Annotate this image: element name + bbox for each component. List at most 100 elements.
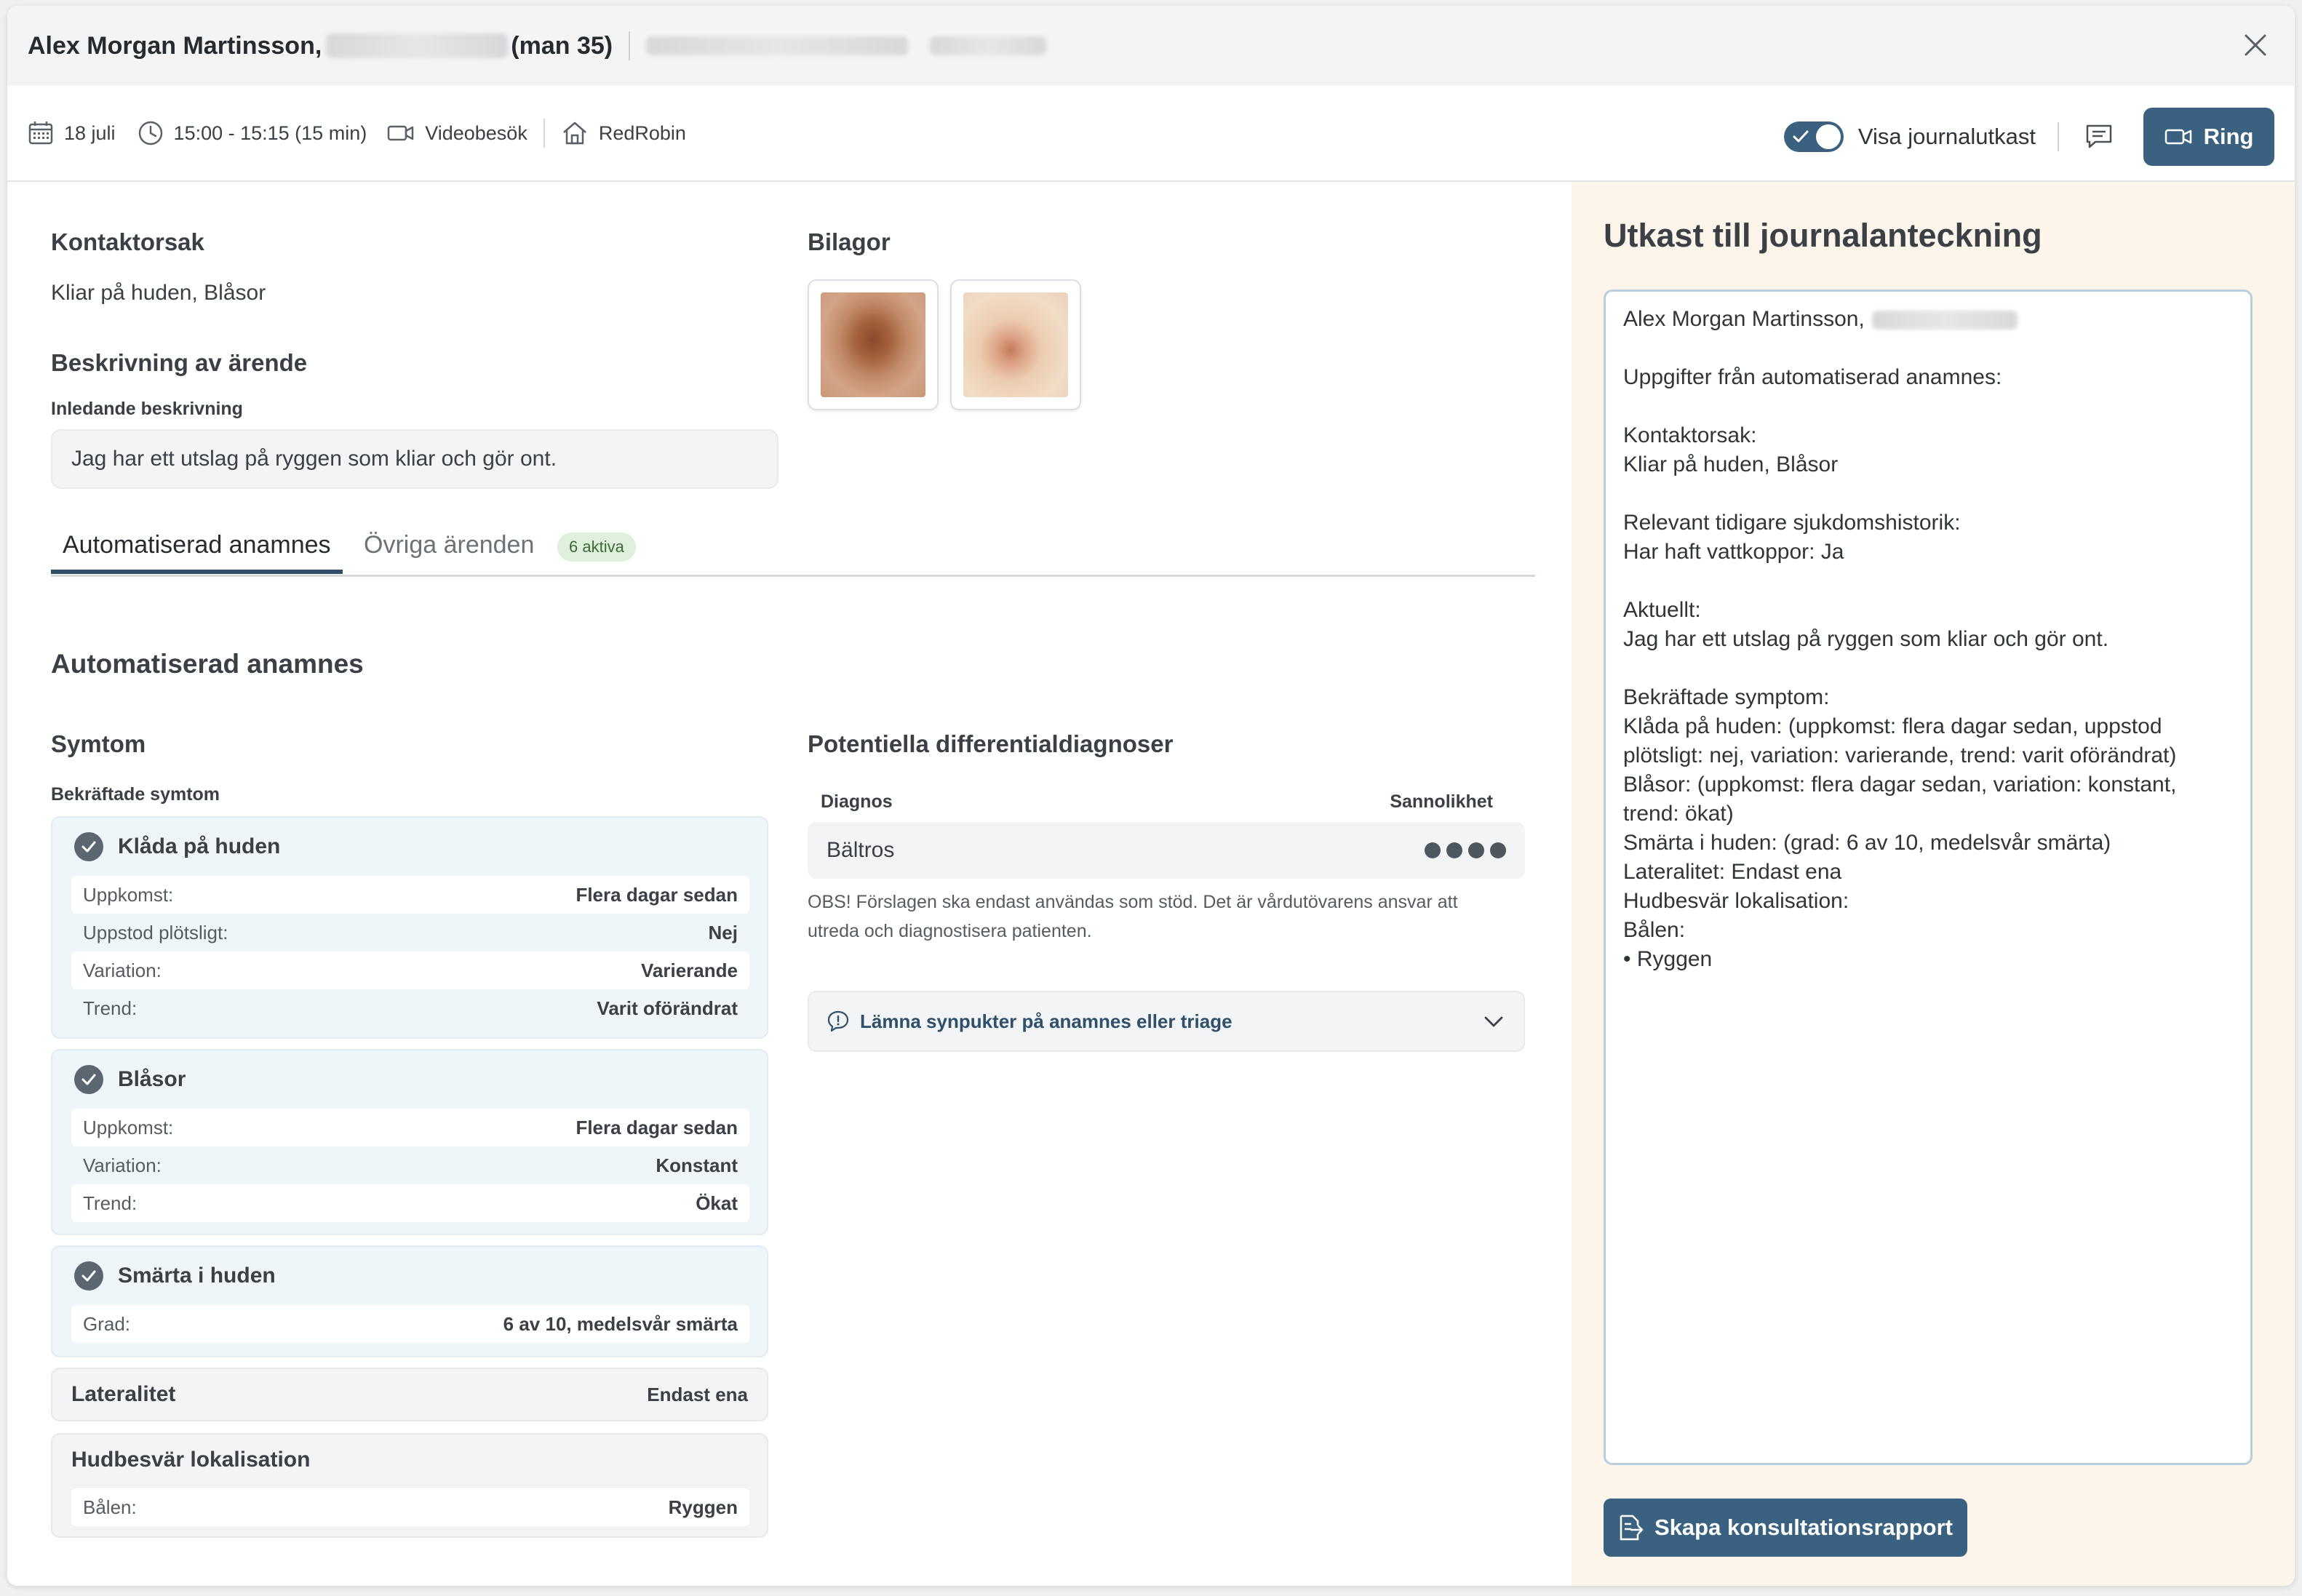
journal-draft-title: Utkast till journalanteckning: [1604, 217, 2042, 254]
visit-type: Videobesök: [387, 120, 527, 146]
clock-icon: [138, 121, 162, 145]
journal-draft-toggle[interactable]: [1783, 121, 1844, 152]
journal-draft-textarea[interactable]: Alex Morgan Martinsson, Uppgifter från au…: [1604, 290, 2253, 1465]
draft-line: Blåsor: (uppkomst: flera dagar sedan, va…: [1623, 773, 2177, 797]
main-content: Kontaktorsak Kliar på huden, Blåsor Besk…: [7, 182, 1572, 1586]
detail-value: Ökat: [696, 1192, 738, 1214]
symptom-detail-row: Uppkomst: Flera dagar sedan: [71, 876, 749, 914]
active-count-badge: 6 aktiva: [557, 532, 636, 562]
draft-line: Har haft vattkoppor: Ja: [1623, 540, 1844, 564]
symptom-card: Blåsor Uppkomst: Flera dagar sedan Variat…: [51, 1049, 768, 1235]
differential-diagnoses-title: Potentiella differentialdiagnoser: [808, 730, 1174, 757]
draft-line: Hudbesvär lokalisation:: [1623, 889, 1849, 913]
appointment-toolbar: 18 juli 15:00 - 15:15 (15 min) Videobesö…: [7, 86, 2295, 182]
symptom-title: Smärta i huden: [74, 1261, 276, 1290]
anamnes-title: Automatiserad anamnes: [51, 649, 364, 679]
draft-line: Klåda på huden: (uppkomst: flera dagar s…: [1623, 714, 2162, 738]
draft-line: Kliar på huden, Blåsor: [1623, 452, 1839, 476]
close-icon: [2245, 34, 2266, 56]
detail-value: Varierande: [641, 959, 738, 981]
detail-key: Bålen:: [83, 1496, 137, 1518]
contact-reason-title: Kontaktorsak: [51, 228, 204, 255]
draft-line: [1623, 392, 2233, 421]
diagnosis-column-header: Diagnos: [821, 791, 893, 812]
draft-line: trend: ökat): [1623, 802, 1734, 826]
symptom-name: Smärta i huden: [118, 1264, 276, 1288]
feedback-chat-icon: [827, 1010, 849, 1032]
detail-key: Uppkomst:: [83, 1116, 174, 1138]
time-label: 15:00 - 15:15 (15 min): [173, 121, 367, 144]
symptom-detail-row: Uppkomst: Flera dagar sedan: [71, 1109, 749, 1146]
check-icon: [1793, 130, 1809, 143]
draft-line: [1623, 479, 2233, 508]
feedback-accordion[interactable]: Lämna synpukter på anamnes eller triage: [808, 991, 1525, 1052]
draft-line: [1623, 654, 2233, 683]
disclaimer-text: OBS! Förslagen ska endast användas som s…: [808, 892, 1458, 941]
attachment-thumbnail-2[interactable]: [950, 279, 1081, 410]
redacted-personal-number: [326, 33, 509, 58]
detail-value: Nej: [708, 921, 738, 943]
draft-line: • Ryggen: [1623, 947, 1713, 971]
symptom-detail-row: Variation: Varierande: [71, 951, 749, 989]
detail-key: Grad:: [83, 1312, 131, 1335]
checkmark-icon: [74, 1065, 103, 1094]
contact-reason-text: Kliar på huden, Blåsor: [51, 281, 266, 305]
home-icon: [563, 121, 586, 145]
tab-ovriga-arenden[interactable]: Övriga ärenden: [364, 531, 534, 559]
toggle-knob: [1815, 124, 1841, 149]
chat-icon: [2086, 124, 2112, 148]
divider: [629, 31, 631, 60]
redacted-email: [646, 36, 909, 55]
clinic: RedRobin: [561, 120, 686, 146]
tab-automatiserad-anamnes[interactable]: Automatiserad anamnes: [51, 531, 343, 574]
draft-line: Aktuellt:: [1623, 598, 1701, 622]
diagnosis-table-header: Diagnos Sannolikhet: [808, 791, 1506, 813]
symptom-detail-row: Uppstod plötsligt: Nej: [71, 914, 749, 951]
create-report-button-label: Skapa konsultationsrapport: [1654, 1515, 1953, 1540]
attachment-thumbnail-1[interactable]: [808, 279, 939, 410]
initial-description-label: Inledande beskrivning: [51, 399, 243, 419]
probability-column-header: Sannolikhet: [1390, 791, 1493, 812]
detail-value: Flera dagar sedan: [576, 1116, 738, 1138]
draft-line: Bålen:: [1623, 918, 1686, 942]
redacted-personal-number: [1871, 311, 2018, 330]
close-button[interactable]: [2235, 25, 2276, 65]
symptom-card: Klåda på huden Uppkomst: Flera dagar seda…: [51, 816, 768, 1039]
clinic-label: RedRobin: [598, 121, 686, 144]
diagnosis-name: Bältros: [827, 838, 895, 862]
symptom-detail-row: Grad: 6 av 10, medelsvår smärta: [71, 1305, 749, 1343]
journal-draft-toggle-label: Visa journalutkast: [1857, 124, 2036, 149]
symptom-detail-row: Trend: Ökat: [71, 1184, 749, 1222]
calendar-icon: [28, 121, 53, 145]
detail-key: Variation:: [83, 1154, 162, 1176]
detail-key: Uppkomst:: [83, 883, 174, 906]
detail-key: Variation:: [83, 959, 162, 981]
consultation-window: Alex Morgan Martinsson, (man 35) 18 juli…: [7, 6, 2295, 1586]
video-camera-icon: [2164, 129, 2191, 145]
initial-description-text: Jag har ett utslag på ryggen som kliar o…: [71, 447, 557, 471]
chat-button[interactable]: [2081, 119, 2117, 155]
localisation-card: Hudbesvär lokalisation Bålen: Ryggen: [51, 1433, 768, 1538]
attachments-title: Bilagor: [808, 228, 891, 255]
laterality-value: Endast ena: [647, 1384, 748, 1405]
symptom-card: Smärta i huden Grad: 6 av 10, medelsvår s…: [51, 1245, 768, 1357]
draft-line: plötsligt: nej, variation: varierande, t…: [1623, 743, 2177, 767]
symptom-detail-row: Trend: Varit oförändrat: [71, 989, 749, 1027]
chevron-down-icon: [1484, 1016, 1503, 1027]
video-camera-icon: [387, 125, 414, 141]
draft-line: [1623, 567, 2233, 596]
draft-line: Jag har ett utslag på ryggen som kliar o…: [1623, 627, 2109, 651]
create-report-button[interactable]: Skapa konsultationsrapport: [1604, 1499, 1967, 1557]
symptom-title: Klåda på huden: [74, 832, 280, 861]
diagnosis-row: Bältros: [808, 822, 1525, 879]
localisation-detail-row: Bålen: Ryggen: [71, 1488, 749, 1526]
skin-rash-image: [963, 292, 1068, 397]
checkmark-icon: [74, 1261, 103, 1290]
ring-button[interactable]: Ring: [2143, 108, 2274, 166]
laterality-label: Lateralitet: [71, 1382, 176, 1406]
symptom-name: Klåda på huden: [118, 834, 281, 858]
document-export-icon: [1620, 1515, 1644, 1541]
symptom-name: Blåsor: [118, 1067, 186, 1091]
localisation-label: Hudbesvär lokalisation: [71, 1448, 311, 1472]
appointment-time: 15:00 - 15:15 (15 min): [138, 120, 367, 146]
